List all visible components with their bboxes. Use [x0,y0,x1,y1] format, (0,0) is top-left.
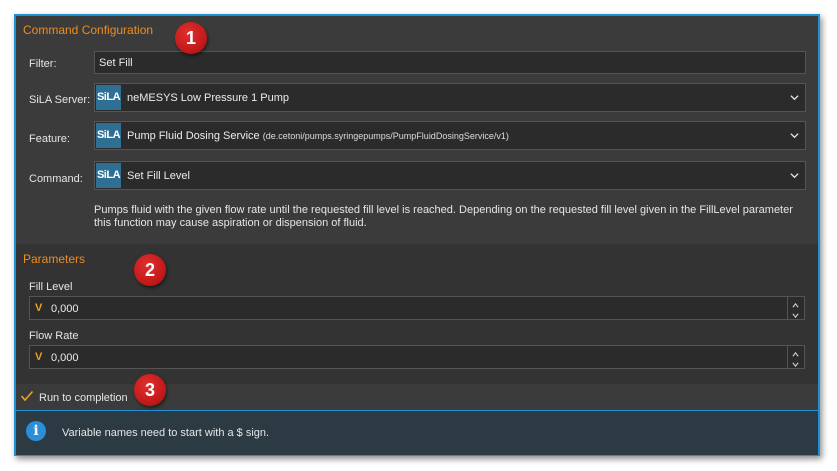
flow-rate-value: 0,000 [51,352,79,364]
feature-dropdown[interactable]: SiLA Pump Fluid Dosing Service (de.ceton… [94,121,806,150]
command-description: Pumps fluid with the given flow rate unt… [94,204,793,229]
fill-level-stepper[interactable] [787,297,804,319]
run-to-completion-checkbox[interactable] [20,389,34,406]
sila-server-value: neMESYS Low Pressure 1 Pump [127,92,290,104]
flow-rate-input[interactable]: V 0,000 [29,345,805,369]
command-label: Command: [29,173,83,185]
info-bar: i Variable names need to start with a $ … [16,410,818,455]
stepper-up-icon[interactable] [792,300,799,308]
filter-input-value: Set Fill [99,57,133,69]
chevron-down-icon [790,133,799,139]
command-dropdown[interactable]: SiLA Set Fill Level [94,161,806,190]
checkmark-icon[interactable] [20,389,34,403]
parameters-title: Parameters [23,252,86,266]
variable-icon[interactable]: V [35,302,42,314]
filter-label: Filter: [29,58,57,70]
feature-value: Pump Fluid Dosing Service (de.cetoni/pum… [127,130,509,142]
flow-rate-stepper[interactable] [787,346,804,368]
fill-level-input[interactable]: V 0,000 [29,296,805,320]
chevron-down-icon [790,173,799,179]
sila-server-label: SiLA Server: [29,94,91,106]
callout-badge-2: 2 [134,254,166,286]
info-message: Variable names need to start with a $ si… [62,427,270,439]
callout-badge-3: 3 [134,374,166,406]
callout-badge-1: 1 [175,22,207,54]
run-to-completion-label[interactable]: Run to completion [39,392,128,404]
command-configuration-title: Command Configuration [23,23,154,37]
feature-label: Feature: [29,133,70,145]
info-icon: i [26,421,46,441]
stepper-down-icon[interactable] [792,359,799,368]
fill-level-value: 0,000 [51,303,79,315]
feature-identifier: (de.cetoni/pumps.syringepumps/PumpFluidD… [262,131,509,141]
variable-icon[interactable]: V [35,351,42,363]
flow-rate-label: Flow Rate [29,330,79,342]
sila-logo-icon: SiLA [96,123,121,148]
filter-input[interactable]: Set Fill [94,51,806,74]
stepper-down-icon[interactable] [792,310,799,319]
chevron-down-icon [790,95,799,101]
sila-server-dropdown[interactable]: SiLA neMESYS Low Pressure 1 Pump [94,83,806,112]
fill-level-label: Fill Level [29,281,73,293]
sila-logo-icon: SiLA [96,85,121,110]
stepper-up-icon[interactable] [792,349,799,357]
sila-logo-icon: SiLA [96,163,121,188]
feature-name: Pump Fluid Dosing Service [127,130,260,142]
command-value: Set Fill Level [127,170,190,182]
